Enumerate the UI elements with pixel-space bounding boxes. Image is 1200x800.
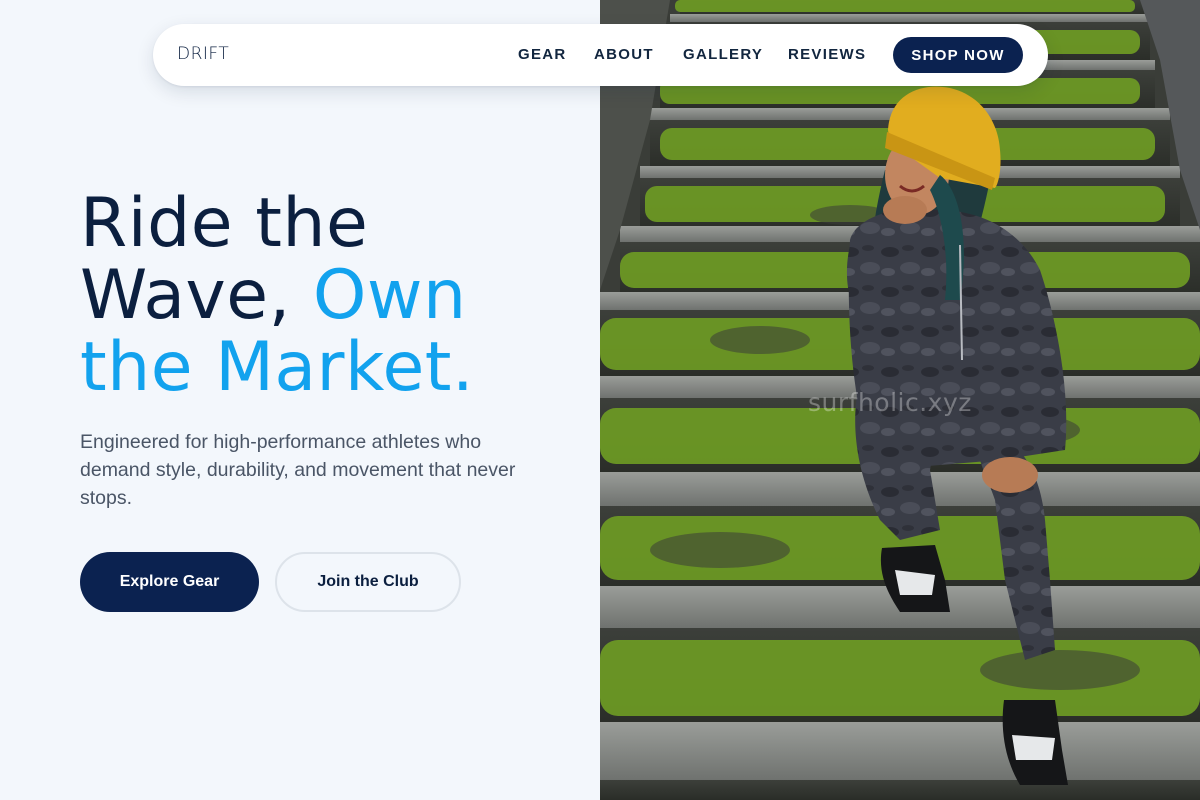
- image-watermark: surfholic.xyz: [808, 388, 972, 417]
- hero-headline: Ride the Wave, Own the Market.: [80, 188, 580, 404]
- headline-own: Own: [312, 256, 467, 335]
- headline-wave: Wave,: [80, 256, 313, 335]
- nav-link-reviews[interactable]: REVIEWS: [788, 46, 866, 63]
- headline-line-3: the Market.: [80, 328, 475, 407]
- explore-gear-button[interactable]: Explore Gear: [80, 552, 259, 612]
- top-nav: DRIFT GEAR ABOUT GALLERY REVIEWS SHOP NO…: [153, 24, 1048, 86]
- hero-subtitle: Engineered for high-performance athletes…: [80, 431, 516, 509]
- shop-now-button[interactable]: SHOP NOW: [893, 37, 1023, 73]
- headline-line-2: Wave, Own: [80, 260, 580, 332]
- join-club-button[interactable]: Join the Club: [275, 552, 461, 612]
- nav-link-gear[interactable]: GEAR: [518, 46, 567, 63]
- brand-logo[interactable]: DRIFT: [177, 44, 229, 64]
- nav-link-about[interactable]: ABOUT: [594, 46, 654, 63]
- headline-line-1: Ride the: [80, 184, 369, 263]
- nav-link-gallery[interactable]: GALLERY: [683, 46, 763, 63]
